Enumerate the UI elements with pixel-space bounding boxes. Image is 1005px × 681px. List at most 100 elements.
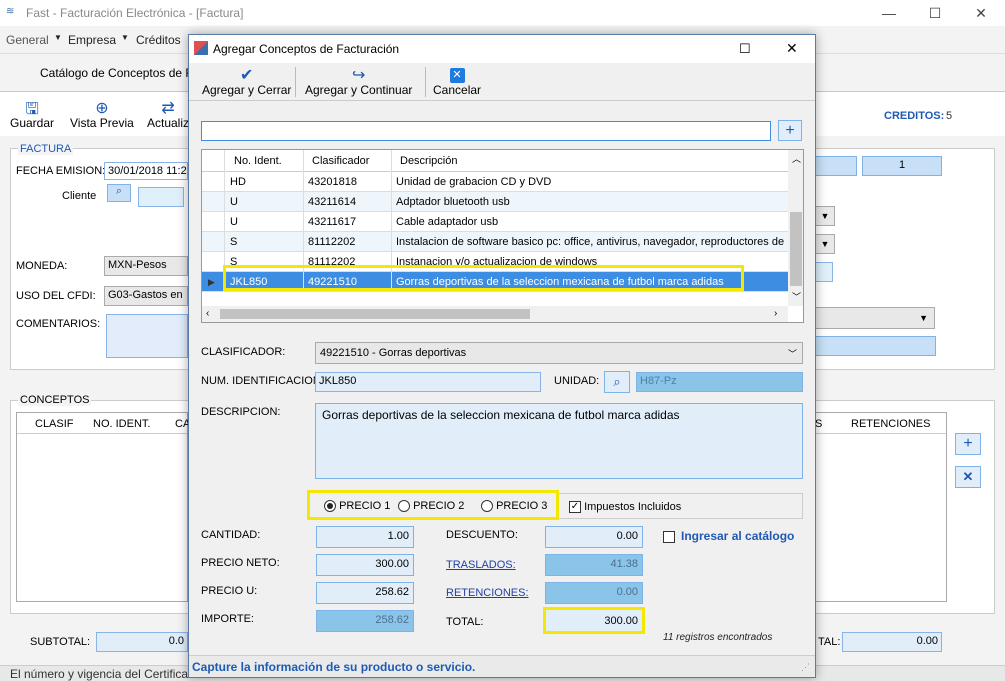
impuestos-incluidos-checkbox[interactable]: ✓ Impuestos Incluidos [569,501,681,514]
dialog-titlebar: Agregar Conceptos de Facturación ☐ ✕ [189,35,815,63]
table-row[interactable]: U 43211614 Adptador bluetooth usb [202,192,788,212]
hscroll-thumb[interactable] [220,309,530,319]
registros-count: 11 registros encontrados [663,632,773,643]
conceptos-grid-right: S RETENCIONES [815,412,947,602]
credits-label: CREDITOS: [884,110,945,122]
cantidad-label: CANTIDAD: [201,529,261,541]
right-field-1[interactable] [815,156,857,176]
maximize-icon[interactable]: ☐ [926,4,944,22]
scroll-down-icon[interactable]: ﹀ [792,290,801,303]
cancel-icon: ✕ [433,65,481,83]
col-no-ident: NO. IDENT. [93,418,151,430]
precio1-radio[interactable]: PRECIO 1 [324,500,390,513]
preview-button[interactable]: ⊕ Vista Previa [70,98,134,130]
right-combo-3[interactable]: ▼ [815,307,935,329]
remove-concept-button[interactable]: ✕ [955,466,981,488]
table-row[interactable]: S 81112202 Instalacion de software basic… [202,232,788,252]
retenciones-field: 0.00 [545,582,643,604]
precio3-radio[interactable]: PRECIO 3 [481,500,547,513]
close-icon[interactable]: ✕ [972,4,990,22]
precio-u-field[interactable]: 258.62 [316,582,414,604]
right-combo-1[interactable]: ▼ [815,206,835,226]
add-concept-button[interactable]: + [955,433,981,455]
refresh-icon: ⇄ [161,100,175,117]
uso-cfdi-select[interactable]: G03-Gastos en [104,286,188,306]
app-title: Fast - Facturación Electrónica - [Factur… [26,6,244,20]
col-s: S [815,418,823,430]
precio-u-label: PRECIO U: [201,585,258,597]
table-row[interactable]: HD 43201818 Unidad de grabacion CD y DVD [202,172,788,192]
clasificador-select[interactable]: 49221510 - Gorras deportivas ﹀ [315,342,803,364]
cliente-search-button[interactable]: ⌕ [107,184,131,202]
comentarios-field[interactable] [106,314,188,358]
cancelar-button[interactable]: ✕ Cancelar [433,65,481,97]
clasificador-label: CLASIFICADOR: [201,346,286,358]
agregar-continuar-button[interactable]: ↪ Agregar y Continuar [305,65,412,97]
importe-label: IMPORTE: [201,613,254,625]
table-row[interactable]: U 43211617 Cable adaptador usb [202,212,788,232]
total-field: 300.00 [543,607,645,634]
grid-vertical-scrollbar[interactable]: ︿ ﹀ [788,150,803,306]
zoom-icon: ⊕ [95,100,109,117]
descuento-field[interactable]: 0.00 [545,526,643,548]
save-icon: 🖫 [25,101,39,118]
precio-radio-group: PRECIO 1 PRECIO 2 PRECIO 3 [307,490,559,520]
retenciones-link[interactable]: RETENCIONES: [446,587,529,599]
conceptos-section-title: CONCEPTOS [18,394,92,406]
right-field-3[interactable] [815,262,833,282]
tab-catalogo-conceptos[interactable]: Catálogo de Conceptos de Fa [40,66,199,80]
uso-cfdi-label: USO DEL CFDI: [16,290,96,302]
dialog-toolbar: ✔ Agregar y Cerrar ↪ Agregar y Continuar… [189,63,815,101]
right-combo-2[interactable]: ▼ [815,234,835,254]
update-button[interactable]: ⇄ Actualiz [147,98,189,130]
menu-empresa[interactable]: Empresa [68,33,116,47]
scroll-thumb[interactable] [790,212,802,286]
precio2-radio[interactable]: PRECIO 2 [398,500,464,513]
moneda-select[interactable]: MXN-Pesos [104,256,188,276]
menu-general-chevron-icon: ▼ [54,33,62,42]
scroll-left-icon[interactable]: ‹ [206,308,209,319]
resize-grip-icon[interactable]: ⋰ [801,662,810,673]
search-add-button[interactable]: + [778,120,802,141]
row-pointer-icon: ▶ [208,277,215,287]
agregar-conceptos-dialog: Agregar Conceptos de Facturación ☐ ✕ ✔ A… [188,34,816,678]
unidad-search-button[interactable]: ⌕ [604,371,630,393]
search-input[interactable] [201,121,771,141]
status-text: El número y vigencia del Certificado [10,667,202,681]
forward-arrow-icon: ↪ [351,67,366,84]
fecha-emision-field[interactable]: 30/01/2018 11:20 [104,162,188,180]
factura-section-title: FACTURA [18,143,74,155]
total-label: TOTAL: [446,616,484,628]
minimize-icon[interactable]: — [880,4,898,22]
app-titlebar: ≋ Fast - Facturación Electrónica - [Fact… [0,0,1005,26]
menu-creditos[interactable]: Créditos [136,33,181,47]
right-field-2[interactable]: 1 [862,156,942,176]
ingresar-catalogo-checkbox[interactable]: Ingresar al catálogo [663,529,794,543]
unidad-field[interactable]: H87-Pz [636,372,803,392]
scroll-up-icon[interactable]: ︿ [792,152,801,165]
grid-header: No. Ident. Clasificador Descripción [202,150,788,172]
num-identificacion-field[interactable]: JKL850 [315,372,541,392]
conceptos-grid-left: CLASIF NO. IDENT. CA [16,412,190,602]
grid-col-descripcion[interactable]: Descripción [400,155,457,167]
menu-general[interactable]: General [6,33,49,47]
fecha-emision-label: FECHA EMISION: [16,165,106,177]
cliente-field[interactable] [138,187,184,207]
dialog-maximize-icon[interactable]: ☐ [739,41,751,57]
dialog-close-icon[interactable]: ✕ [786,40,798,57]
dialog-statusbar: Capture la información de su producto o … [189,655,815,677]
grid-horizontal-scrollbar[interactable]: ‹ › [202,306,788,322]
precio-neto-field[interactable]: 300.00 [316,554,414,576]
importe-field: 258.62 [316,610,414,632]
save-button[interactable]: 🖫 Guardar [10,98,54,130]
traslados-link[interactable]: TRASLADOS: [446,559,516,571]
agregar-cerrar-button[interactable]: ✔ Agregar y Cerrar [202,65,291,97]
precio-neto-label: PRECIO NETO: [201,557,280,569]
descripcion-field[interactable]: Gorras deportivas de la seleccion mexica… [315,403,803,479]
grid-col-clasificador[interactable]: Clasificador [312,155,369,167]
right-field-4[interactable] [815,336,936,356]
grid-col-no-ident[interactable]: No. Ident. [234,155,282,167]
scroll-right-icon[interactable]: › [774,308,777,319]
cantidad-field[interactable]: 1.00 [316,526,414,548]
checkmark-icon: ✔ [239,67,254,84]
